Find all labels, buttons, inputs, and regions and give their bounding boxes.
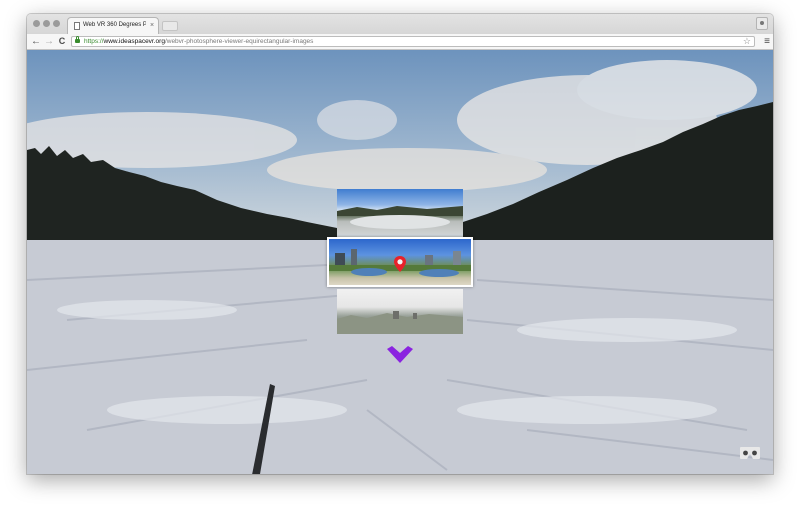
- browser-window: Web VR 360 Degrees Pho × ← → C https://w…: [27, 14, 773, 474]
- tab-title: Web VR 360 Degrees Pho: [83, 22, 146, 28]
- bookmark-star-icon[interactable]: ☆: [743, 36, 751, 47]
- walking-stick: [252, 384, 275, 474]
- thumbnail-1-image: [337, 206, 463, 229]
- panorama-viewport[interactable]: [27, 50, 773, 474]
- browser-tab[interactable]: Web VR 360 Degrees Pho ×: [67, 17, 159, 34]
- location-pin-icon: [394, 256, 406, 272]
- zoom-window-button[interactable]: [53, 20, 60, 27]
- panorama-thumbnail-2[interactable]: [327, 237, 473, 287]
- url-host: www.ideaspacevr.org: [103, 38, 165, 45]
- back-arrow-icon[interactable]: ←: [30, 35, 42, 48]
- lock-icon: [75, 36, 80, 43]
- thumbnail-3-image: [337, 311, 463, 334]
- url-scheme: https://: [84, 38, 104, 45]
- address-bar[interactable]: https://www.ideaspacevr.org/webvr-photos…: [71, 36, 755, 47]
- profile-icon[interactable]: [756, 17, 768, 30]
- new-tab-button[interactable]: [162, 21, 178, 31]
- forward-arrow-icon[interactable]: →: [43, 35, 55, 48]
- page-icon: [74, 22, 80, 30]
- browser-toolbar: ← → C https://www.ideaspacevr.org/webvr-…: [27, 34, 773, 50]
- url-text: https://www.ideaspacevr.org/webvr-photos…: [84, 37, 313, 46]
- chevron-down-icon[interactable]: [386, 346, 414, 364]
- url-path: /webvr-photosphere-viewer-equirectangula…: [164, 38, 314, 45]
- tab-strip: Web VR 360 Degrees Pho ×: [27, 14, 773, 34]
- panorama-thumbnail-3[interactable]: [337, 289, 463, 334]
- menu-icon[interactable]: ≡: [764, 35, 770, 48]
- minimize-window-button[interactable]: [43, 20, 50, 27]
- reload-icon[interactable]: C: [56, 35, 68, 48]
- close-window-button[interactable]: [33, 20, 40, 27]
- panorama-thumbnail-1[interactable]: [337, 189, 463, 234]
- cardboard-vr-icon[interactable]: [739, 446, 761, 460]
- close-tab-icon[interactable]: ×: [150, 21, 154, 30]
